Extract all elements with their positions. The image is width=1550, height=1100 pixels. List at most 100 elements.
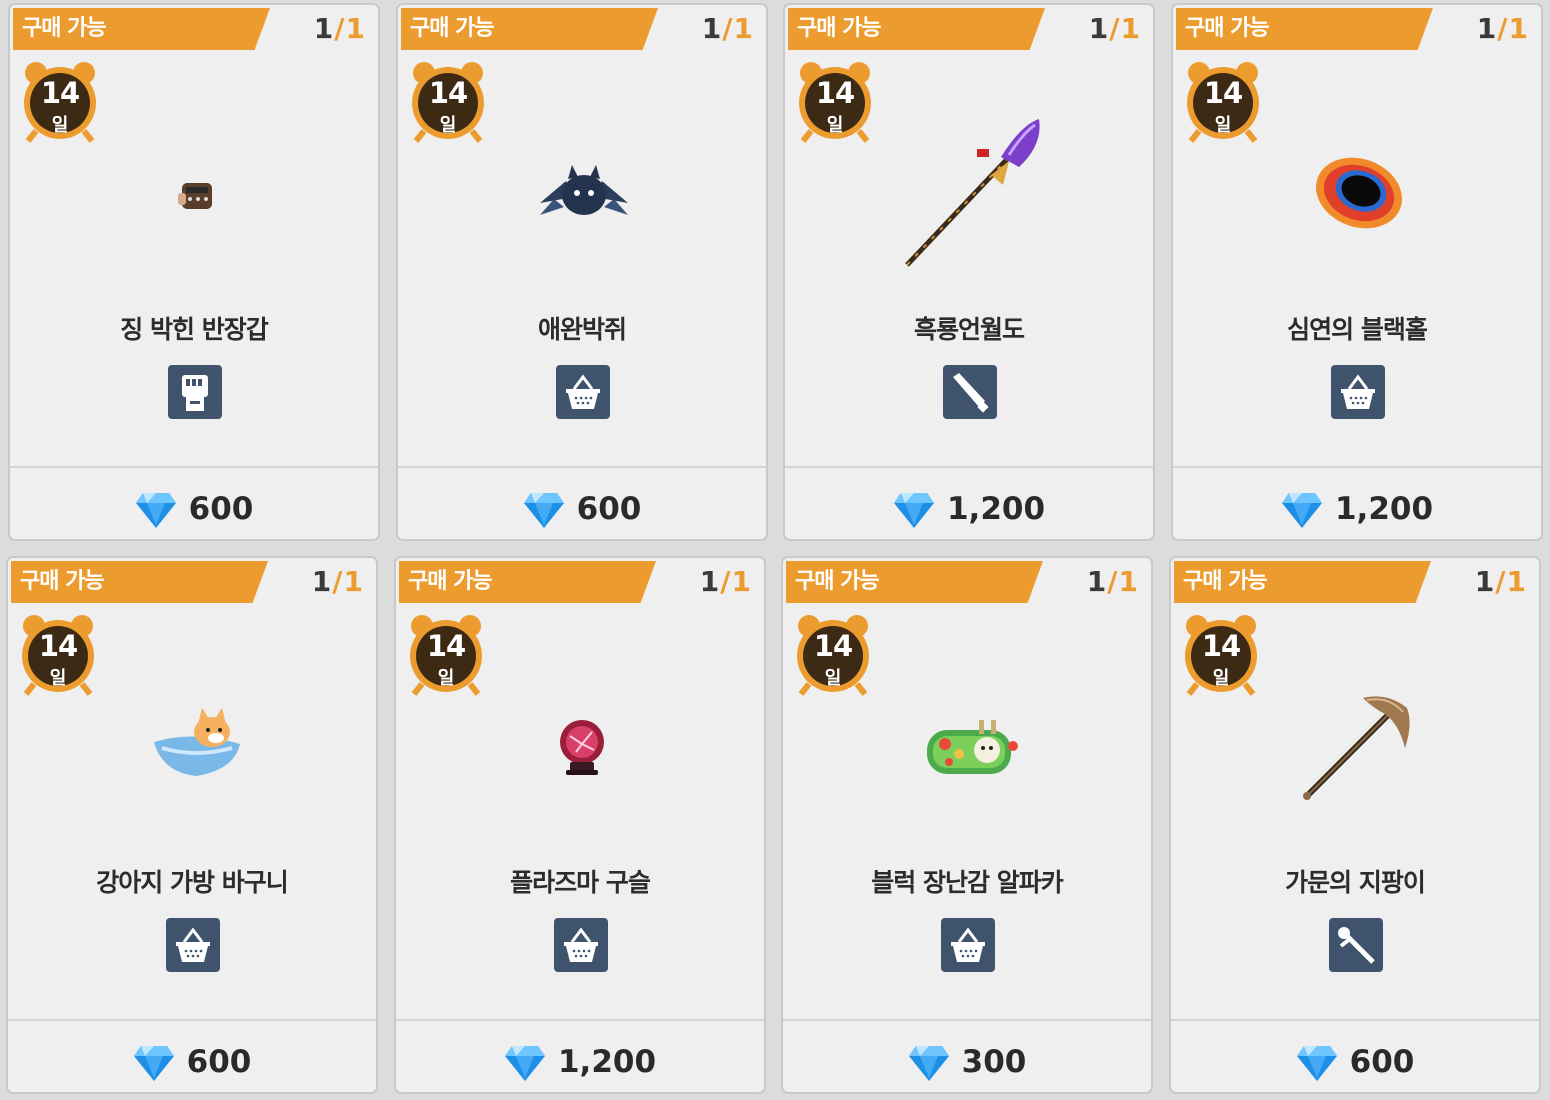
stock-counter: 1/1 <box>701 12 754 45</box>
basket-icon <box>554 918 608 972</box>
duration-days: 14 <box>428 76 468 110</box>
duration-clock-icon: 14 일 <box>795 612 871 696</box>
sword-icon <box>943 365 997 419</box>
availability-ribbon: 구매 가능 <box>401 8 658 50</box>
stock-counter: 1/1 <box>1476 12 1529 45</box>
duration-days: 14 <box>813 629 853 663</box>
duration-clock-icon: 14 일 <box>408 612 484 696</box>
dog-basket-icon <box>104 658 284 838</box>
duration-days: 14 <box>38 629 78 663</box>
availability-ribbon: 구매 가능 <box>399 561 656 603</box>
stock-counter: 1/1 <box>1088 12 1141 45</box>
basket-icon <box>1331 365 1385 419</box>
duration-clock-icon: 14 일 <box>797 59 873 143</box>
price-tag[interactable]: 1,200 <box>1173 481 1541 537</box>
diamond-gem-icon <box>523 493 564 528</box>
item-name: 블럭 장난감 알파카 <box>871 868 1063 897</box>
availability-ribbon: 구매 가능 <box>1174 561 1431 603</box>
duration-clock-icon: 14 일 <box>20 612 96 696</box>
price-amount: 1,200 <box>557 1044 657 1080</box>
diamond-gem-icon <box>504 1046 545 1081</box>
basket-icon <box>556 365 610 419</box>
duration-unit: 일 <box>1212 668 1230 689</box>
shop-item-card[interactable]: 구매 가능 1/1 14 일 애완박쥐 600 <box>396 3 768 541</box>
duration-unit: 일 <box>51 115 69 136</box>
price-tag[interactable]: 600 <box>10 481 378 537</box>
price-amount: 600 <box>1349 1044 1415 1080</box>
item-name: 가문의 지팡이 <box>1285 868 1426 897</box>
divider <box>1171 1019 1539 1021</box>
divider <box>783 1019 1151 1021</box>
duration-days: 14 <box>40 76 80 110</box>
item-name: 심연의 블랙홀 <box>1287 315 1428 344</box>
diamond-gem-icon <box>908 1046 949 1081</box>
shop-item-card[interactable]: 구매 가능 1/1 14 일 가문의 지팡이 600 <box>1169 556 1541 1094</box>
price-amount: 300 <box>961 1044 1027 1080</box>
item-name: 강아지 가방 바구니 <box>96 868 288 897</box>
price-tag[interactable]: 600 <box>8 1034 376 1090</box>
stock-counter: 1/1 <box>1086 565 1139 598</box>
duration-unit: 일 <box>826 115 844 136</box>
duration-unit: 일 <box>439 115 457 136</box>
stock-counter: 1/1 <box>313 12 366 45</box>
basket-icon <box>166 918 220 972</box>
item-name: 애완박쥐 <box>537 315 627 344</box>
divider <box>8 1019 376 1021</box>
divider <box>1173 466 1541 468</box>
availability-ribbon: 구매 가능 <box>13 8 270 50</box>
stock-counter: 1/1 <box>1474 565 1527 598</box>
duration-days: 14 <box>815 76 855 110</box>
divider <box>785 466 1153 468</box>
price-amount: 600 <box>188 491 254 527</box>
duration-unit: 일 <box>1214 115 1232 136</box>
item-name: 흑룡언월도 <box>913 315 1025 344</box>
pet-bat-icon <box>494 105 674 285</box>
divider <box>10 466 378 468</box>
price-amount: 600 <box>576 491 642 527</box>
duration-clock-icon: 14 일 <box>1185 59 1261 143</box>
availability-ribbon: 구매 가능 <box>1176 8 1433 50</box>
shop-item-card[interactable]: 구매 가능 1/1 14 일 플라즈마 구슬 1,200 <box>394 556 766 1094</box>
price-tag[interactable]: 1,200 <box>396 1034 764 1090</box>
glaive-icon <box>881 105 1061 285</box>
item-name: 징 박힌 반장갑 <box>120 315 268 344</box>
price-amount: 1,200 <box>946 491 1046 527</box>
price-tag[interactable]: 300 <box>783 1034 1151 1090</box>
price-amount: 600 <box>186 1044 252 1080</box>
duration-days: 14 <box>1203 76 1243 110</box>
studded-glove-icon <box>106 105 286 285</box>
stock-counter: 1/1 <box>311 565 364 598</box>
duration-days: 14 <box>1201 629 1241 663</box>
availability-ribbon: 구매 가능 <box>11 561 268 603</box>
duration-unit: 일 <box>437 668 455 689</box>
availability-ribbon: 구매 가능 <box>788 8 1045 50</box>
shop-item-card[interactable]: 구매 가능 1/1 14 일 징 박힌 반장갑 600 <box>8 3 380 541</box>
glove-fist-icon <box>168 365 222 419</box>
price-tag[interactable]: 1,200 <box>785 481 1153 537</box>
diamond-gem-icon <box>133 1046 174 1081</box>
divider <box>398 466 766 468</box>
stock-counter: 1/1 <box>699 565 752 598</box>
pickaxe-staff-icon <box>1267 658 1447 838</box>
shop-item-card[interactable]: 구매 가능 1/1 14 일 블럭 장난감 알파카 300 <box>781 556 1153 1094</box>
basket-icon <box>941 918 995 972</box>
price-tag[interactable]: 600 <box>398 481 766 537</box>
divider <box>396 1019 764 1021</box>
price-tag[interactable]: 600 <box>1171 1034 1539 1090</box>
item-name: 플라즈마 구슬 <box>510 868 651 897</box>
diamond-gem-icon <box>1281 493 1322 528</box>
alpaca-toy-icon <box>879 658 1059 838</box>
duration-clock-icon: 14 일 <box>1183 612 1259 696</box>
diamond-gem-icon <box>1296 1046 1337 1081</box>
shop-item-card[interactable]: 구매 가능 1/1 14 일 심연의 블랙홀 1,200 <box>1171 3 1543 541</box>
duration-days: 14 <box>426 629 466 663</box>
plasma-orb-icon <box>492 658 672 838</box>
shop-item-card[interactable]: 구매 가능 1/1 14 일 강아지 가방 바구니 600 <box>6 556 378 1094</box>
diamond-gem-icon <box>135 493 176 528</box>
black-hole-icon <box>1269 105 1449 285</box>
duration-unit: 일 <box>824 668 842 689</box>
duration-clock-icon: 14 일 <box>22 59 98 143</box>
shop-item-card[interactable]: 구매 가능 1/1 14 일 흑룡언월도 1,200 <box>783 3 1155 541</box>
shop-grid: 구매 가능 1/1 14 일 징 박힌 반장갑 600 구매 가능 1/1 14… <box>0 0 1550 1100</box>
duration-clock-icon: 14 일 <box>410 59 486 143</box>
